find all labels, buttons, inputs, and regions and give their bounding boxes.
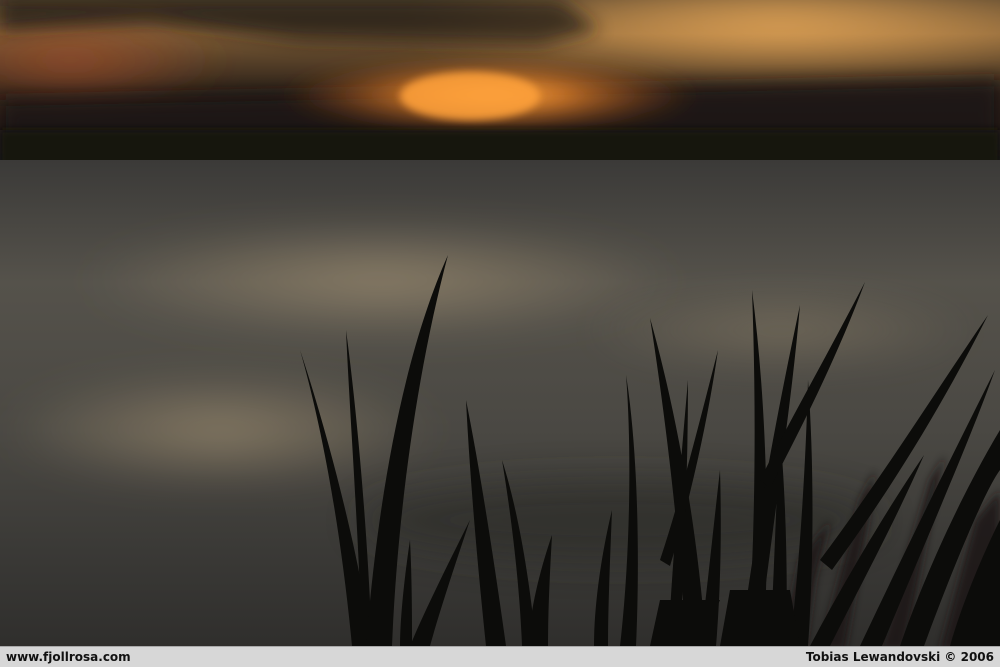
- copyright-credit: Tobias Lewandovski © 2006: [805, 650, 994, 664]
- photo-credit-bar: www.fjollrosa.com Tobias Lewandovski © 2…: [0, 646, 1000, 667]
- photo-scene: [0, 0, 1000, 650]
- sun: [400, 72, 540, 120]
- water-reflection-right: [580, 290, 980, 370]
- website-link[interactable]: www.fjollrosa.com: [6, 650, 131, 664]
- water-reflection-low: [0, 370, 440, 490]
- sunset-photo: www.fjollrosa.com Tobias Lewandovski © 2…: [0, 0, 1000, 667]
